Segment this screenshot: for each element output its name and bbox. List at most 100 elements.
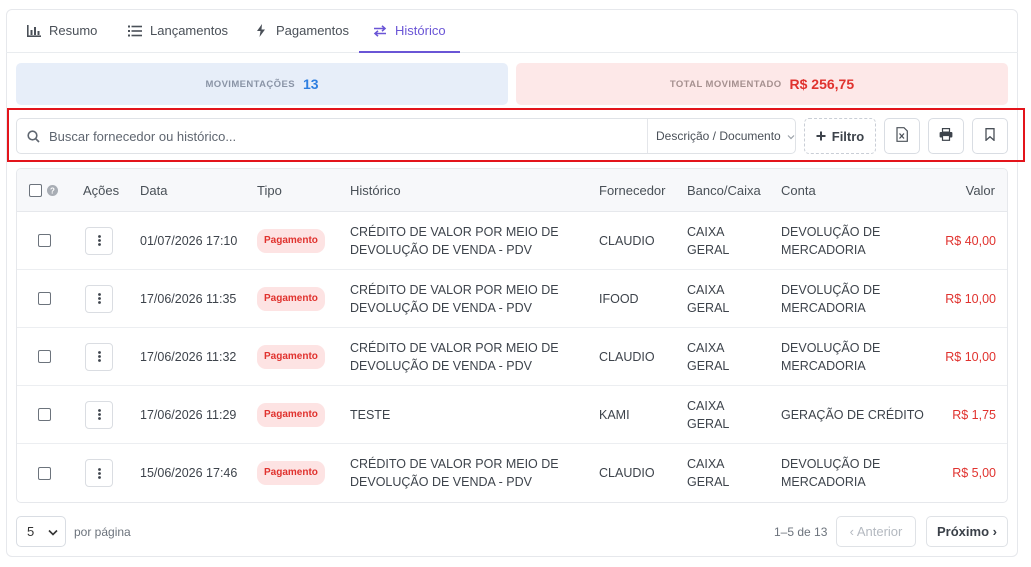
search-bar: Descrição / Documento — [16, 118, 796, 154]
bar-chart-icon — [27, 24, 41, 38]
row-checkbox[interactable] — [38, 444, 51, 502]
row-account: DEVOLUÇÃO DE MERCADORIA — [781, 224, 881, 257]
search-field-select[interactable]: Descrição / Documento — [647, 119, 795, 153]
row-bank: CAIXA GERAL — [687, 398, 730, 431]
tab-label: Pagamentos — [276, 23, 349, 38]
row-checkbox[interactable] — [38, 386, 51, 443]
stat-label: MOVIMENTAÇÕES — [205, 78, 295, 90]
tab-resumo[interactable]: Resumo — [27, 9, 97, 52]
row-actions-button[interactable] — [85, 226, 113, 255]
row-value: R$ 5,00 — [952, 466, 996, 480]
help-icon[interactable]: ? — [47, 169, 58, 212]
header-type: Tipo — [257, 183, 282, 198]
row-account: DEVOLUÇÃO DE MERCADORIA — [781, 282, 881, 315]
chevron-down-icon — [787, 129, 795, 143]
header-history: Histórico — [350, 183, 401, 198]
table-row: 01/07/2026 17:10 Pagamento CRÉDITO DE VA… — [17, 212, 1007, 270]
row-checkbox[interactable] — [38, 328, 51, 385]
row-date: 17/06/2026 11:29 — [140, 407, 237, 422]
row-actions-button[interactable] — [85, 459, 113, 487]
row-supplier: CLAUDIO — [599, 466, 655, 480]
previous-page-button[interactable]: ‹ Anterior — [836, 516, 916, 547]
export-excel-button[interactable] — [884, 118, 920, 154]
per-page-select[interactable]: 5 — [16, 516, 66, 547]
header-actions: Ações — [83, 183, 120, 198]
row-value: R$ 10,00 — [945, 349, 996, 364]
type-badge: Pagamento — [257, 461, 325, 485]
row-bank: CAIXA GERAL — [687, 457, 730, 489]
history-table: ? Ações Data Tipo Histórico Fornecedor B… — [16, 168, 1008, 503]
stat-value: 13 — [302, 76, 319, 92]
tab-label: Histórico — [395, 23, 446, 38]
row-history: CRÉDITO DE VALOR POR MEIO DE DEVOLUÇÃO DE… — [350, 282, 559, 315]
search-icon — [17, 129, 49, 143]
row-date: 15/06/2026 17:46 — [140, 466, 238, 480]
row-value: R$ 40,00 — [945, 233, 996, 248]
row-account: DEVOLUÇÃO DE MERCADORIA — [781, 457, 881, 489]
list-icon — [128, 24, 142, 38]
row-history: CRÉDITO DE VALOR POR MEIO DE DEVOLUÇÃO DE… — [350, 340, 559, 373]
printer-icon — [939, 128, 953, 144]
stat-value: R$ 256,75 — [789, 76, 855, 92]
type-badge: Pagamento — [257, 286, 325, 311]
row-supplier: CLAUDIO — [599, 349, 655, 364]
type-badge: Pagamento — [257, 402, 325, 427]
row-date: 17/06/2026 11:35 — [140, 291, 237, 306]
header-account: Conta — [781, 183, 816, 198]
tab-historico[interactable]: Histórico — [359, 9, 460, 53]
header-bank: Banco/Caixa — [687, 183, 761, 198]
row-supplier: KAMI — [599, 407, 630, 422]
row-account: DEVOLUÇÃO DE MERCADORIA — [781, 340, 881, 373]
filter-label: Filtro — [831, 128, 865, 144]
tab-label: Lançamentos — [150, 23, 229, 38]
svg-text:?: ? — [50, 187, 55, 196]
row-actions-button[interactable] — [85, 284, 113, 313]
print-button[interactable] — [928, 118, 964, 154]
movimentacoes-stat: MOVIMENTAÇÕES 13 — [16, 63, 508, 105]
stat-label: TOTAL MOVIMENTADO — [669, 78, 782, 90]
table-header: ? Ações Data Tipo Histórico Fornecedor B… — [17, 169, 1007, 212]
row-value: R$ 10,00 — [945, 291, 996, 306]
search-field-value: Descrição / Documento — [656, 129, 781, 143]
row-history: TESTE — [350, 407, 391, 422]
row-supplier: CLAUDIO — [599, 233, 655, 248]
row-actions-button[interactable] — [85, 400, 113, 429]
row-checkbox[interactable] — [38, 270, 51, 327]
bookmark-button[interactable] — [972, 118, 1008, 154]
chevron-down-icon — [48, 524, 58, 539]
row-supplier: IFOOD — [599, 291, 639, 306]
tab-pagamentos[interactable]: Pagamentos — [254, 9, 349, 52]
table-row: 17/06/2026 11:32 Pagamento CRÉDITO DE VA… — [17, 328, 1007, 386]
row-value: R$ 1,75 — [952, 407, 996, 422]
swap-arrows-icon — [373, 24, 387, 38]
header-date: Data — [140, 183, 168, 198]
plus-icon — [816, 129, 826, 144]
row-history: CRÉDITO DE VALOR POR MEIO DE DEVOLUÇÃO DE… — [350, 224, 559, 257]
row-account: GERAÇÃO DE CRÉDITO — [781, 407, 924, 422]
per-page-label: por página — [74, 524, 131, 539]
next-page-button[interactable]: Próximo › — [926, 516, 1008, 547]
row-actions-button[interactable] — [85, 342, 113, 371]
table-row: 17/06/2026 11:35 Pagamento CRÉDITO DE VA… — [17, 270, 1007, 328]
tab-label: Resumo — [49, 23, 98, 38]
table-row: 15/06/2026 17:46 Pagamento CRÉDITO DE VA… — [17, 444, 1007, 502]
row-checkbox[interactable] — [38, 212, 51, 269]
tab-lancamentos[interactable]: Lançamentos — [128, 9, 228, 52]
total-movimentado-stat: TOTAL MOVIMENTADO R$ 256,75 — [516, 63, 1008, 105]
row-date: 01/07/2026 17:10 — [140, 233, 238, 248]
row-date: 17/06/2026 11:32 — [140, 349, 237, 364]
row-bank: CAIXA GERAL — [687, 340, 730, 373]
row-bank: CAIXA GERAL — [687, 224, 730, 257]
excel-file-icon — [896, 127, 908, 145]
pagination-range: 1–5 de 13 — [774, 524, 828, 539]
filter-button[interactable]: Filtro — [804, 118, 876, 154]
type-badge: Pagamento — [257, 344, 325, 369]
type-badge: Pagamento — [257, 228, 325, 253]
select-all-checkbox[interactable] — [29, 169, 42, 212]
bolt-icon — [254, 24, 268, 38]
bookmark-icon — [985, 128, 995, 144]
header-supplier: Fornecedor — [599, 183, 666, 198]
table-row: 17/06/2026 11:29 Pagamento TESTE KAMI CA… — [17, 386, 1007, 444]
search-input[interactable] — [49, 128, 647, 144]
row-bank: CAIXA GERAL — [687, 282, 730, 315]
